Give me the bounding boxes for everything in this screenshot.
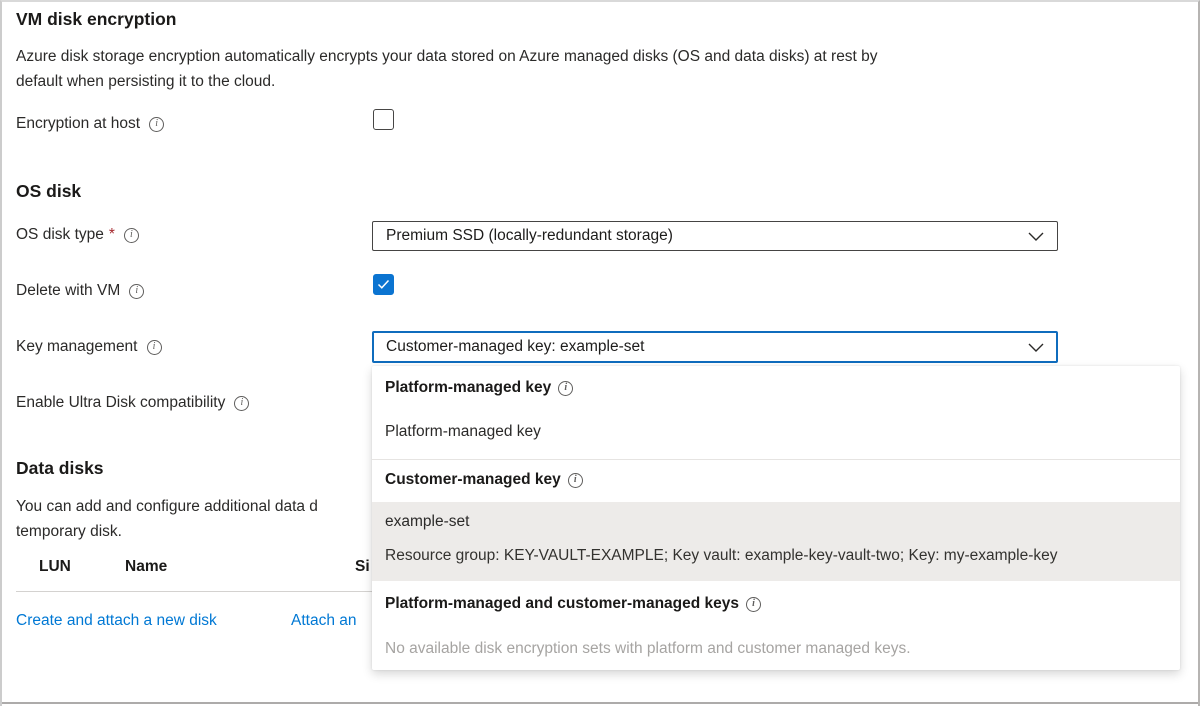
info-icon[interactable]: i (129, 284, 144, 299)
check-icon (377, 279, 390, 290)
delete-with-vm-checkbox[interactable] (373, 274, 394, 295)
delete-with-vm-label: Delete with VM (16, 282, 120, 300)
group-header-platform-and-customer-managed-keys: Platform-managed and customer-managed ke… (385, 595, 761, 613)
data-disks-description-line1: You can add and configure additional dat… (16, 498, 318, 516)
key-management-combobox[interactable]: Customer-managed key: example-set (372, 331, 1058, 363)
required-asterisk: * (109, 226, 115, 244)
section-title-os-disk: OS disk (16, 181, 81, 202)
encryption-at-host-label-row: Encryption at host i (16, 115, 164, 133)
os-disk-type-label-row: OS disk type * i (16, 226, 139, 244)
info-icon[interactable]: i (124, 228, 139, 243)
option-example-set[interactable]: example-set Resource group: KEY-VAULT-EX… (372, 502, 1180, 581)
attach-existing-disk-link[interactable]: Attach an (291, 612, 357, 630)
chevron-down-icon (1028, 232, 1044, 241)
option-title: example-set (385, 513, 469, 531)
group-header-platform-managed-key: Platform-managed key i (385, 379, 573, 397)
option-subtitle: Resource group: KEY-VAULT-EXAMPLE; Key v… (385, 547, 1058, 565)
key-management-label-row: Key management i (16, 338, 162, 356)
os-disk-type-value: Premium SSD (locally-redundant storage) (386, 227, 673, 245)
encryption-at-host-label: Encryption at host (16, 115, 140, 133)
vm-disk-encryption-description-line1: Azure disk storage encryption automatica… (16, 48, 878, 66)
column-header-lun: LUN (39, 558, 71, 576)
info-icon[interactable]: i (568, 473, 583, 488)
key-management-label: Key management (16, 338, 138, 356)
enable-ultra-disk-label-row: Enable Ultra Disk compatibility i (16, 394, 249, 412)
info-icon[interactable]: i (746, 597, 761, 612)
empty-state-text: No available disk encryption sets with p… (385, 640, 911, 658)
group-header-customer-managed-key: Customer-managed key i (385, 471, 583, 489)
section-title-data-disks: Data disks (16, 458, 104, 479)
column-header-name: Name (125, 558, 167, 576)
os-disk-type-label: OS disk type (16, 226, 104, 244)
data-disks-description-line2: temporary disk. (16, 523, 122, 541)
dropdown-divider (372, 459, 1180, 460)
info-icon[interactable]: i (234, 396, 249, 411)
enable-ultra-disk-label: Enable Ultra Disk compatibility (16, 394, 225, 412)
os-disk-type-select[interactable]: Premium SSD (locally-redundant storage) (372, 221, 1058, 251)
delete-with-vm-label-row: Delete with VM i (16, 282, 144, 300)
section-title-vm-disk-encryption: VM disk encryption (16, 9, 176, 30)
info-icon[interactable]: i (558, 381, 573, 396)
table-divider (16, 591, 372, 592)
vm-disk-encryption-description-line2: default when persisting it to the cloud. (16, 73, 275, 91)
create-and-attach-new-disk-link[interactable]: Create and attach a new disk (16, 612, 217, 630)
option-platform-managed-key[interactable]: Platform-managed key (385, 423, 541, 441)
bottom-border (2, 702, 1198, 704)
key-management-dropdown: Platform-managed key i Platform-managed … (372, 366, 1180, 670)
column-header-size: Si (355, 558, 370, 576)
info-icon[interactable]: i (149, 117, 164, 132)
key-management-value: Customer-managed key: example-set (386, 338, 644, 356)
encryption-at-host-checkbox[interactable] (373, 109, 394, 130)
info-icon[interactable]: i (147, 340, 162, 355)
vm-create-disks-pane: VM disk encryption Azure disk storage en… (0, 0, 1200, 706)
chevron-down-icon (1028, 343, 1044, 352)
